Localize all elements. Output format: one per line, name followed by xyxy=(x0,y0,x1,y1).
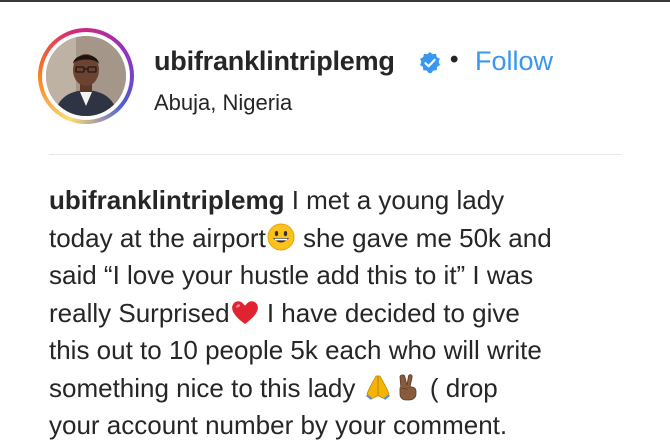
caption-text: I have decided to give xyxy=(259,297,520,328)
caption-text: she gave me 50k and xyxy=(295,222,552,253)
caption-line: said “I love your hustle add this to it”… xyxy=(49,257,649,295)
caption-line: something nice to this lady ( drop xyxy=(49,370,649,408)
post-header: ubifranklintriplemg • Follow Abuja, Nige… xyxy=(0,2,670,154)
verified-badge-icon xyxy=(418,51,442,75)
caption-line: ubifranklintriplemg I met a young lady xyxy=(49,182,649,220)
caption-text: something nice to this lady xyxy=(49,372,363,403)
caption-line: this out to 10 people 5k each who will w… xyxy=(49,332,649,370)
caption-text: your account number by your comment. xyxy=(49,410,508,440)
follow-button[interactable]: Follow xyxy=(475,46,553,77)
red-heart-emoji-icon xyxy=(230,297,260,327)
caption-line: today at the airport she gave me 50k and xyxy=(49,220,649,258)
post-username[interactable]: ubifranklintriplemg xyxy=(154,46,395,77)
caption-line: really Surprised I have decided to give xyxy=(49,295,649,333)
grinning-face-emoji-icon xyxy=(266,222,296,252)
story-ring[interactable] xyxy=(38,28,134,124)
caption-text: ( drop xyxy=(422,372,498,403)
caption-text: this out to 10 people 5k each who will w… xyxy=(49,335,542,365)
post-location[interactable]: Abuja, Nigeria xyxy=(154,90,292,116)
separator-dot: • xyxy=(450,46,459,73)
caption-text: really Surprised xyxy=(49,297,230,328)
caption-text: I met a young lady xyxy=(284,185,505,215)
caption-text: today at the airport xyxy=(49,222,266,253)
header-divider xyxy=(49,154,622,155)
victory-hand-emoji-icon xyxy=(393,372,423,402)
caption-text: said “I love your hustle add this to it”… xyxy=(49,260,534,290)
caption-line: your account number by your comment. xyxy=(49,407,649,445)
avatar[interactable] xyxy=(46,36,126,116)
caption-username[interactable]: ubifranklintriplemg xyxy=(49,185,284,215)
post-caption: ubifranklintriplemg I met a young lady t… xyxy=(49,182,649,445)
folded-hands-emoji-icon xyxy=(363,372,393,402)
